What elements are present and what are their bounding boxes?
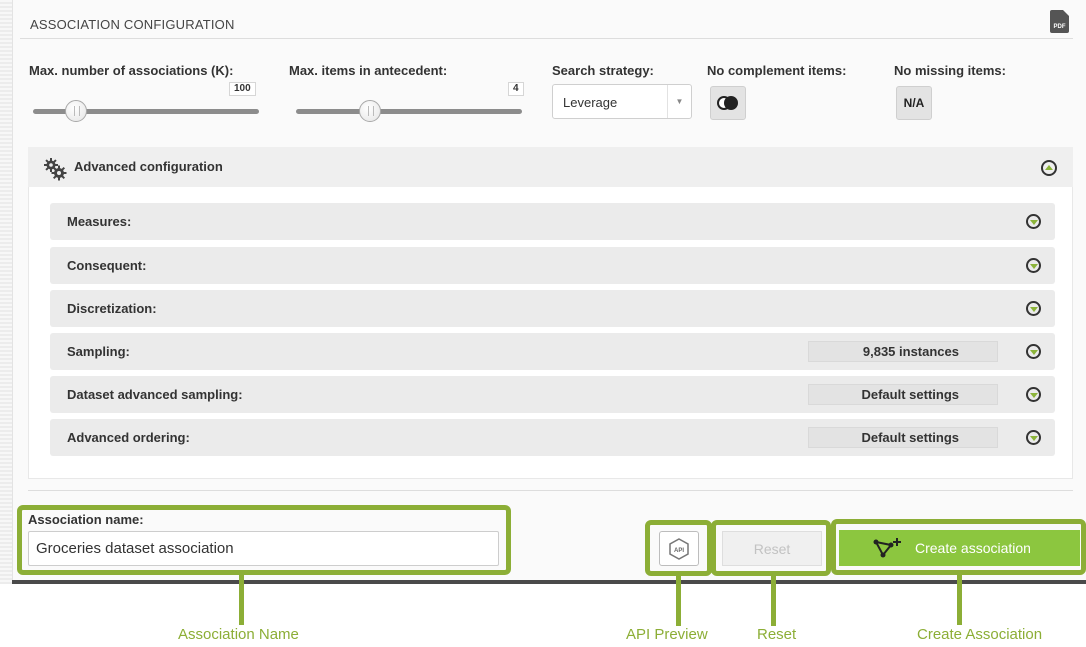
api-preview-highlight (645, 520, 712, 576)
create-association-highlight (831, 519, 1086, 575)
max-associations-value: 100 (229, 82, 256, 96)
no-missing-label: No missing items: (894, 63, 1006, 78)
divider (20, 38, 1073, 39)
advanced-row-consequent[interactable]: Consequent: (50, 247, 1055, 284)
footer-divider (12, 580, 1086, 584)
advanced-row-label: Discretization: (67, 301, 157, 316)
reset-highlight (711, 520, 831, 576)
expand-down-icon[interactable] (1026, 214, 1041, 229)
advanced-row-measures[interactable]: Measures: (50, 203, 1055, 240)
pdf-icon[interactable]: PDF (1050, 10, 1069, 33)
section-title: ASSOCIATION CONFIGURATION (30, 17, 235, 32)
left-edge-strip (0, 0, 12, 584)
sampling-value: 9,835 instances (808, 341, 998, 362)
create-association-callout: Create Association (917, 626, 1043, 643)
max-associations-label: Max. number of associations (K): (29, 63, 234, 78)
search-strategy-selected: Leverage (563, 95, 618, 110)
ordering-value: Default settings (808, 427, 998, 448)
advanced-row-label: Advanced ordering: (67, 430, 190, 445)
advanced-row-label: Measures: (67, 214, 132, 229)
collapse-up-icon[interactable] (1041, 160, 1057, 176)
max-associations-slider-thumb[interactable] (65, 100, 87, 122)
expand-down-icon[interactable] (1026, 430, 1041, 445)
association-name-leader (239, 575, 244, 625)
dataset-sampling-value: Default settings (808, 384, 998, 405)
max-antecedent-value: 4 (508, 82, 524, 96)
max-antecedent-slider-thumb[interactable] (359, 100, 381, 122)
expand-down-icon[interactable] (1026, 344, 1041, 359)
divider (28, 490, 1073, 491)
api-preview-leader (676, 576, 681, 626)
advanced-row-ordering[interactable]: Advanced ordering: Default settings (50, 419, 1055, 456)
advanced-row-dataset-sampling[interactable]: Dataset advanced sampling: Default setti… (50, 376, 1055, 413)
reset-leader (771, 576, 776, 626)
advanced-configuration-title: Advanced configuration (74, 159, 223, 174)
advanced-row-discretization[interactable]: Discretization: (50, 290, 1055, 327)
search-strategy-select[interactable]: Leverage ▼ (552, 84, 692, 119)
create-association-leader (957, 575, 962, 625)
no-complement-label: No complement items: (707, 63, 847, 78)
association-name-highlight (17, 505, 511, 575)
search-strategy-label: Search strategy: (552, 63, 654, 78)
expand-down-icon[interactable] (1026, 258, 1041, 273)
api-preview-callout: API Preview (626, 626, 708, 643)
max-antecedent-slider-track[interactable] (296, 109, 522, 114)
expand-down-icon[interactable] (1026, 387, 1041, 402)
advanced-row-label: Dataset advanced sampling: (67, 387, 243, 402)
association-name-callout: Association Name (178, 626, 299, 643)
chevron-down-icon: ▼ (667, 85, 691, 118)
gears-icon (44, 158, 67, 181)
advanced-row-sampling[interactable]: Sampling: 9,835 instances (50, 333, 1055, 370)
no-complement-toggle[interactable] (710, 86, 746, 120)
pdf-icon-label: PDF (1053, 24, 1066, 30)
advanced-row-label: Consequent: (67, 258, 147, 273)
reset-callout: Reset (757, 626, 797, 643)
no-missing-toggle-text: N/A (903, 96, 925, 110)
no-missing-toggle[interactable]: N/A (896, 86, 932, 120)
max-antecedent-label: Max. items in antecedent: (289, 63, 448, 78)
expand-down-icon[interactable] (1026, 301, 1041, 316)
complement-circles-icon (717, 96, 739, 110)
advanced-row-label: Sampling: (67, 344, 130, 359)
